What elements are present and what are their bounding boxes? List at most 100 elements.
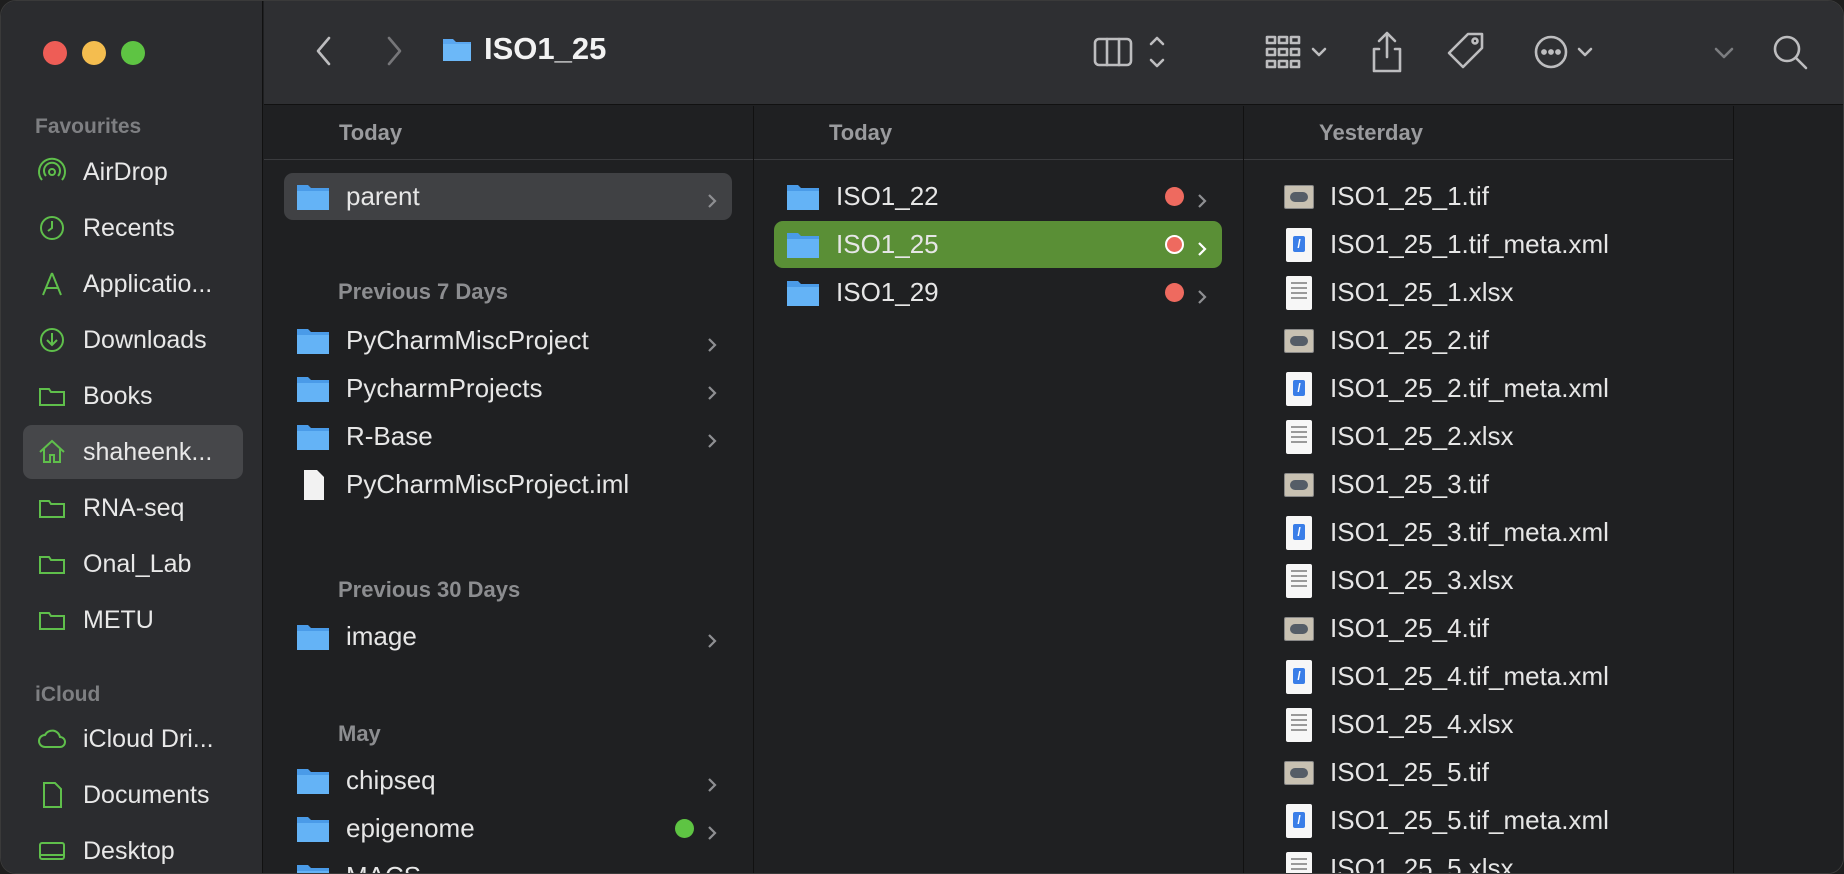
home-icon (37, 437, 67, 467)
xml-file-icon (1284, 659, 1314, 694)
file-item[interactable]: ISO1_25_1.tif_meta.xml (1284, 221, 1724, 268)
list-item-image[interactable]: image (284, 613, 732, 660)
chevron-right-icon (706, 771, 718, 792)
file-name: ISO1_25_3.xlsx (1330, 565, 1514, 595)
share-button[interactable] (1367, 27, 1407, 77)
icloud-heading: iCloud (35, 683, 101, 706)
spreadsheet-file-icon (1284, 707, 1314, 742)
file-name: ISO1_25_1.tif (1330, 181, 1489, 211)
list-item-iso1-29[interactable]: ISO1_29 (774, 269, 1222, 316)
list-item-epigenome[interactable]: epigenome (284, 805, 732, 852)
list-item-macs[interactable]: MACS (284, 853, 732, 873)
clock-icon (37, 213, 67, 243)
image-file-icon (1284, 324, 1314, 358)
list-item-r-base[interactable]: R-Base (284, 413, 732, 460)
folder-icon (297, 424, 329, 450)
folder-icon (37, 549, 67, 579)
sidebar-item-label: METU (83, 605, 154, 634)
sidebar-item-metu[interactable]: METU (23, 593, 243, 647)
column-2: Today ISO1_22 ISO1_25 ISO1_29 (754, 106, 1244, 873)
sidebar-item-books[interactable]: Books (23, 369, 243, 423)
download-icon (37, 325, 67, 355)
close-button[interactable] (43, 41, 67, 65)
file-name: ISO1_25_4.tif (1330, 613, 1489, 643)
minimize-button[interactable] (82, 41, 106, 65)
folder-icon (787, 232, 819, 258)
group-header-today: Today (754, 106, 1243, 160)
file-item[interactable]: ISO1_25_1.xlsx (1284, 269, 1724, 316)
file-item[interactable]: ISO1_25_3.tif_meta.xml (1284, 509, 1724, 556)
chevron-right-icon (1196, 235, 1208, 256)
file-name: ISO1_25_4.xlsx (1330, 709, 1514, 739)
group-header-may: May (338, 721, 381, 746)
xml-file-icon (1284, 371, 1314, 406)
forward-button[interactable] (374, 31, 414, 71)
sidebar-item-documents[interactable]: Documents (23, 768, 243, 822)
sidebar-item-downloads[interactable]: Downloads (23, 313, 243, 367)
image-file-icon (1284, 468, 1314, 502)
list-item-iso1-25[interactable]: ISO1_25 (774, 221, 1222, 268)
file-item[interactable]: ISO1_25_5.xlsx (1284, 845, 1724, 873)
sidebar-item-label: Documents (83, 780, 210, 809)
list-item-pycharm-misc-project[interactable]: PyCharmMiscProject (284, 317, 732, 364)
chevron-right-icon (706, 427, 718, 448)
file-item[interactable]: ISO1_25_4.tif (1284, 605, 1724, 652)
file-item[interactable]: ISO1_25_2.tif_meta.xml (1284, 365, 1724, 412)
columns-view-icon (1093, 36, 1165, 68)
window-title-text: ISO1_25 (484, 31, 607, 66)
sidebar-item-label: Onal_Lab (83, 549, 192, 578)
list-item-pycharm-projects[interactable]: PycharmProjects (284, 365, 732, 412)
chevron-right-icon (706, 627, 718, 648)
document-icon (304, 469, 324, 500)
sidebar-item-home[interactable]: shaheenk... (23, 425, 243, 479)
sidebar-item-airdrop[interactable]: AirDrop (23, 145, 243, 199)
more-actions-button[interactable] (1529, 29, 1609, 75)
view-mode-button[interactable] (1089, 29, 1179, 75)
file-item[interactable]: ISO1_25_1.tif (1284, 173, 1724, 220)
sidebar-item-label: Downloads (83, 325, 207, 354)
file-item[interactable]: ISO1_25_4.xlsx (1284, 701, 1724, 748)
back-button[interactable] (304, 31, 344, 71)
sidebar-item-label: Recents (83, 213, 175, 242)
sidebar-item-rna-seq[interactable]: RNA-seq (23, 481, 243, 535)
file-item[interactable]: ISO1_25_2.tif (1284, 317, 1724, 364)
chevron-left-icon (316, 36, 331, 66)
folder-icon (37, 381, 67, 411)
file-name: ISO1_25_2.tif_meta.xml (1330, 373, 1609, 403)
ellipsis-circle-icon (1534, 35, 1593, 69)
sidebar-item-recents[interactable]: Recents (23, 201, 243, 255)
folder-icon (297, 768, 329, 794)
xml-file-icon (1284, 515, 1314, 550)
search-icon (1773, 35, 1808, 70)
file-item[interactable]: ISO1_25_3.tif (1284, 461, 1724, 508)
file-item[interactable]: ISO1_25_5.tif_meta.xml (1284, 797, 1724, 844)
sidebar-item-label: AirDrop (83, 157, 168, 186)
sidebar-item-desktop[interactable]: Desktop (23, 824, 243, 873)
sidebar-item-applications[interactable]: Applicatio... (23, 257, 243, 311)
toolbar-overflow-button[interactable] (1704, 29, 1744, 75)
sidebar-item-onal-lab[interactable]: Onal_Lab (23, 537, 243, 591)
column-3: Yesterday ISO1_25_1.tif ISO1_25_1.tif_met… (1244, 106, 1734, 873)
list-item-iml-file[interactable]: PyCharmMiscProject.iml (284, 461, 732, 508)
column-1: Today parent Previous 7 Days PyCharmMisc… (264, 106, 754, 873)
tags-button[interactable] (1444, 29, 1490, 75)
file-item[interactable]: ISO1_25_5.tif (1284, 749, 1724, 796)
file-name: ISO1_25_1.xlsx (1330, 277, 1514, 307)
spreadsheet-file-icon (1284, 563, 1314, 598)
folder-icon (297, 816, 329, 842)
group-button[interactable] (1259, 29, 1339, 75)
zoom-button[interactable] (121, 41, 145, 65)
list-item-chipseq[interactable]: chipseq (284, 757, 732, 804)
file-item[interactable]: ISO1_25_2.xlsx (1284, 413, 1724, 460)
folder-icon (443, 39, 471, 61)
favourites-heading: Favourites (35, 115, 142, 138)
search-button[interactable] (1767, 27, 1813, 77)
folder-icon (37, 493, 67, 523)
file-item[interactable]: ISO1_25_3.xlsx (1284, 557, 1724, 604)
sidebar-item-icloud-drive[interactable]: iCloud Dri... (23, 712, 243, 766)
list-item-parent[interactable]: parent (284, 173, 732, 220)
file-item[interactable]: ISO1_25_4.tif_meta.xml (1284, 653, 1724, 700)
list-item-iso1-22[interactable]: ISO1_22 (774, 173, 1222, 220)
spreadsheet-file-icon (1284, 419, 1314, 454)
file-name: ISO1_25_3.tif (1330, 469, 1489, 499)
